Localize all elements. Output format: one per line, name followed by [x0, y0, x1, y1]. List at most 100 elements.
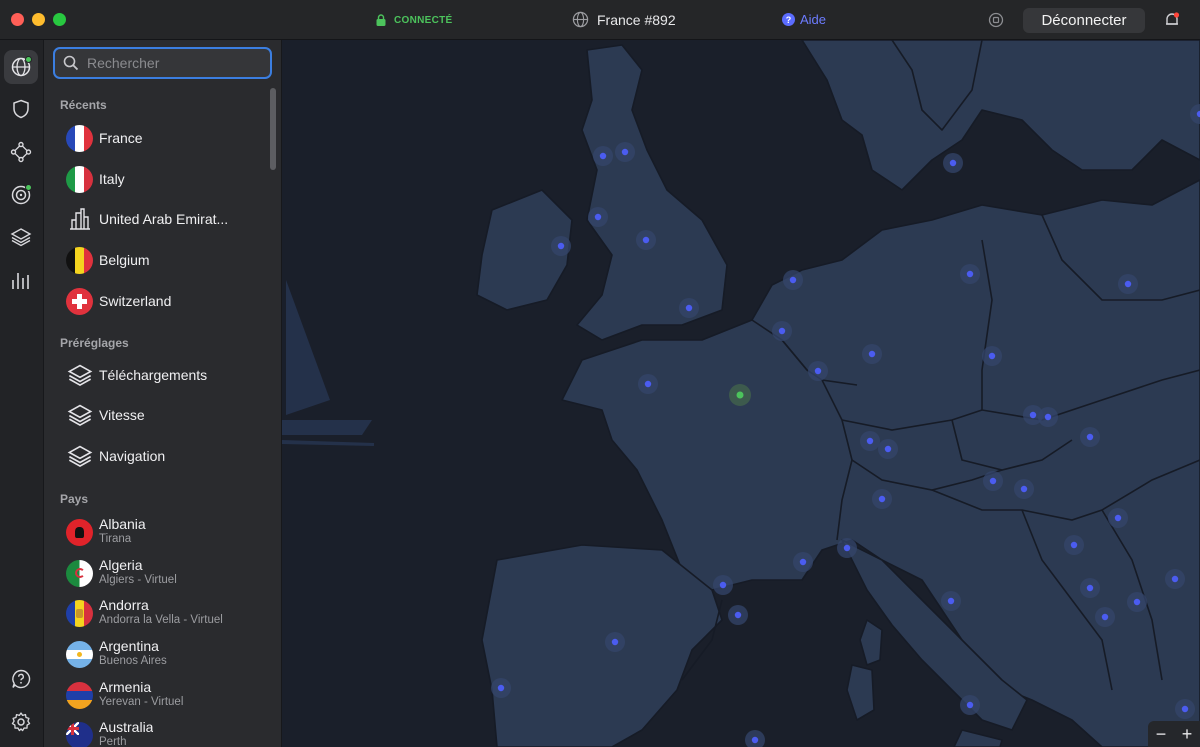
close-window-button[interactable]	[11, 13, 24, 26]
server-sidebar: Récents France Italy United Arab Emirat.…	[44, 40, 282, 747]
connected-dot	[25, 56, 32, 63]
australia-flag-icon	[66, 721, 93, 747]
connected-server-marker[interactable]	[736, 391, 744, 399]
server-marker[interactable]	[734, 611, 742, 619]
armenia-flag-icon	[66, 681, 93, 709]
server-marker[interactable]	[868, 350, 876, 358]
disconnect-button[interactable]: Déconnecter	[1023, 8, 1145, 33]
server-marker[interactable]	[594, 213, 602, 221]
server-marker[interactable]	[949, 159, 957, 167]
country-name: Algeria	[99, 558, 143, 573]
title-bar: CONNECTÉ France #892 ? Aide Déconnecter	[0, 0, 1200, 40]
server-marker[interactable]	[843, 544, 851, 552]
server-marker[interactable]	[966, 270, 974, 278]
quick-connect-icon[interactable]	[987, 11, 1005, 29]
rail-stats-button[interactable]	[4, 263, 38, 297]
server-marker[interactable]	[884, 445, 892, 453]
server-marker[interactable]	[988, 352, 996, 360]
recent-item-belgium[interactable]: Belgium	[66, 243, 266, 277]
rail-help-button[interactable]	[4, 662, 38, 696]
nav-rail	[0, 40, 44, 747]
rail-threat-protection-button[interactable]	[4, 92, 38, 126]
country-name: Armenia	[99, 680, 152, 695]
recent-item-uae[interactable]: United Arab Emirat...	[66, 202, 266, 236]
server-marker[interactable]	[1070, 541, 1078, 549]
server-marker[interactable]	[621, 148, 629, 156]
country-city: Andorra la Vella - Virtuel	[99, 614, 223, 626]
server-marker[interactable]	[1124, 280, 1132, 288]
server-map[interactable]: − +	[282, 40, 1200, 747]
rail-settings-button[interactable]	[4, 705, 38, 739]
server-marker[interactable]	[778, 327, 786, 335]
server-marker[interactable]	[1101, 613, 1109, 621]
server-marker[interactable]	[1181, 705, 1189, 713]
country-item-australia[interactable]: Australia Perth	[66, 718, 266, 747]
server-marker[interactable]	[497, 684, 505, 692]
recent-item-italy[interactable]: Italy	[66, 162, 266, 196]
recent-item-label: United Arab Emirat...	[99, 211, 229, 227]
server-marker[interactable]	[644, 380, 652, 388]
zoom-in-button[interactable]: +	[1182, 724, 1193, 745]
server-marker[interactable]	[685, 304, 693, 312]
rail-specialty-servers-button[interactable]	[4, 220, 38, 254]
recent-item-label: Belgium	[99, 252, 150, 268]
europe-map	[282, 40, 1200, 747]
search-icon	[63, 55, 79, 71]
rail-meshnet-button[interactable]	[4, 135, 38, 169]
layers-icon	[66, 362, 93, 389]
server-marker[interactable]	[989, 477, 997, 485]
country-item-argentina[interactable]: Argentina Buenos Aires	[66, 637, 266, 671]
server-marker[interactable]	[1114, 514, 1122, 522]
server-marker[interactable]	[1133, 598, 1141, 606]
preset-item-browsing[interactable]: Navigation	[66, 439, 266, 473]
andorra-flag-icon	[66, 599, 93, 627]
server-marker[interactable]	[719, 581, 727, 589]
server-marker[interactable]	[1029, 411, 1037, 419]
zoom-out-button[interactable]: −	[1156, 724, 1167, 745]
bell-icon[interactable]	[1163, 11, 1181, 29]
country-item-algeria[interactable]: Algeria Algiers - Virtuel	[66, 556, 266, 590]
rail-dark-web-monitor-button[interactable]	[4, 178, 38, 212]
server-marker[interactable]	[751, 736, 759, 744]
search-box[interactable]	[53, 47, 272, 79]
server-marker[interactable]	[1020, 485, 1028, 493]
server-marker[interactable]	[1086, 584, 1094, 592]
preset-item-speed[interactable]: Vitesse	[66, 398, 266, 432]
server-marker[interactable]	[1171, 575, 1179, 583]
albania-flag-icon	[66, 518, 93, 546]
recent-item-france[interactable]: France	[66, 121, 266, 155]
server-marker[interactable]	[947, 597, 955, 605]
server-marker[interactable]	[799, 558, 807, 566]
server-marker[interactable]	[814, 367, 822, 375]
preset-item-downloads[interactable]: Téléchargements	[66, 358, 266, 392]
globe-icon	[572, 11, 589, 28]
country-item-albania[interactable]: Albania Tirana	[66, 515, 266, 549]
sidebar-scrollbar[interactable]	[270, 88, 276, 170]
server-marker[interactable]	[789, 276, 797, 284]
server-name: France #892	[597, 11, 676, 28]
country-item-armenia[interactable]: Armenia Yerevan - Virtuel	[66, 678, 266, 712]
country-city: Perth	[99, 736, 127, 747]
server-marker[interactable]	[611, 638, 619, 646]
country-city: Buenos Aires	[99, 655, 167, 667]
server-marker[interactable]	[878, 495, 886, 503]
search-input[interactable]	[87, 55, 257, 71]
layers-icon	[66, 402, 93, 429]
recent-item-switzerland[interactable]: Switzerland	[66, 284, 266, 318]
server-marker[interactable]	[866, 437, 874, 445]
server-marker[interactable]	[1086, 433, 1094, 441]
server-marker[interactable]	[599, 152, 607, 160]
zoom-window-button[interactable]	[53, 13, 66, 26]
minimize-window-button[interactable]	[32, 13, 45, 26]
server-marker[interactable]	[642, 236, 650, 244]
current-server[interactable]: France #892	[572, 11, 676, 28]
france-flag-icon	[66, 124, 93, 152]
help-link[interactable]: ? Aide	[782, 12, 826, 27]
server-marker[interactable]	[1044, 413, 1052, 421]
server-marker[interactable]	[966, 701, 974, 709]
country-name: Albania	[99, 517, 146, 532]
server-marker[interactable]	[557, 242, 565, 250]
rail-map-button[interactable]	[4, 50, 38, 84]
country-item-andorra[interactable]: Andorra Andorra la Vella - Virtuel	[66, 596, 266, 630]
preset-item-label: Téléchargements	[99, 367, 208, 383]
